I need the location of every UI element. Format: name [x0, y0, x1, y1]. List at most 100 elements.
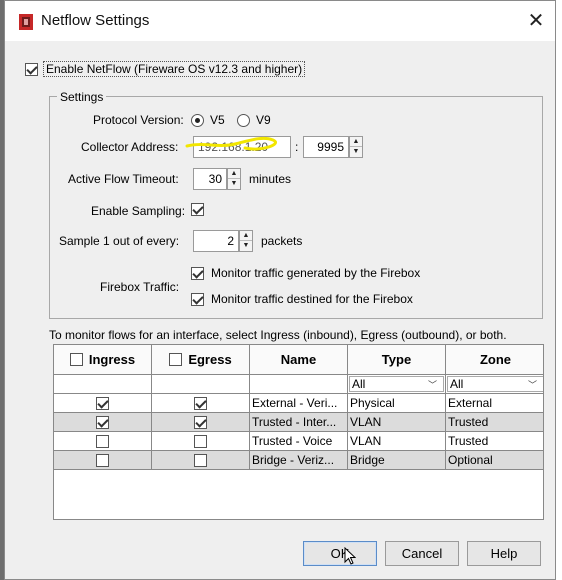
- instructions-row: To monitor flows for an interface, selec…: [49, 328, 507, 342]
- name-header[interactable]: Name: [250, 345, 348, 375]
- name-cell: External - Veri...: [250, 394, 348, 413]
- monitor-generated-row[interactable]: Monitor traffic generated by the Firebox: [191, 266, 420, 280]
- packets-unit-label: packets: [261, 234, 303, 248]
- netflow-app-icon: [19, 14, 33, 30]
- monitor-generated-checkbox[interactable]: [191, 266, 204, 280]
- title-bar: Netflow Settings ✕: [5, 1, 555, 41]
- collector-separator-row: :: [295, 140, 298, 154]
- spinner-up-icon[interactable]: ▲: [228, 169, 240, 179]
- zone-cell: Trusted: [446, 413, 543, 432]
- minutes-unit-row: minutes: [249, 172, 291, 186]
- egress-cell[interactable]: [152, 451, 250, 470]
- type-filter-cell: All ﹀: [348, 375, 446, 394]
- table-row[interactable]: Trusted - Inter... VLAN Trusted: [54, 413, 543, 432]
- protocol-version-row: Protocol Version:: [93, 113, 184, 127]
- active-flow-timeout-spinner[interactable]: ▲ ▼: [227, 168, 241, 190]
- collector-address-label: Collector Address:: [81, 140, 179, 154]
- active-flow-timeout-input[interactable]: 30: [193, 168, 227, 190]
- egress-cell[interactable]: [152, 394, 250, 413]
- ingress-checkbox[interactable]: [96, 434, 109, 448]
- collector-port-spinner[interactable]: ▲ ▼: [349, 136, 363, 158]
- egress-checkbox[interactable]: [194, 453, 207, 467]
- egress-all-checkbox[interactable]: [169, 353, 183, 366]
- active-flow-timeout-label: Active Flow Timeout:: [68, 172, 179, 186]
- protocol-version-label: Protocol Version:: [93, 113, 184, 127]
- sample-input[interactable]: 2: [193, 230, 239, 252]
- monitor-destined-row[interactable]: Monitor traffic destined for the Firebox: [191, 292, 413, 306]
- zone-filter-cell: All ﹀: [446, 375, 543, 394]
- egress-cell[interactable]: [152, 413, 250, 432]
- sample-label: Sample 1 out of every:: [59, 234, 180, 248]
- interfaces-table: Ingress Egress Name Type Zone All ﹀ All …: [53, 344, 544, 520]
- enable-netflow-row[interactable]: Enable NetFlow (Fireware OS v12.3 and hi…: [25, 61, 306, 77]
- zone-filter-select[interactable]: All ﹀: [447, 376, 543, 392]
- egress-filter-cell: [152, 375, 250, 394]
- enable-netflow-label: Enable NetFlow (Fireware OS v12.3 and hi…: [43, 61, 306, 77]
- chevron-down-icon: ﹀: [527, 380, 537, 390]
- ok-button[interactable]: OK: [303, 541, 377, 566]
- active-flow-timeout-label-row: Active Flow Timeout:: [68, 172, 179, 186]
- settings-legend: Settings: [57, 90, 107, 104]
- egress-checkbox[interactable]: [194, 415, 207, 429]
- collector-port-input[interactable]: 9995: [303, 136, 349, 158]
- egress-cell[interactable]: [152, 432, 250, 451]
- firebox-traffic-label: Firebox Traffic:: [100, 280, 180, 294]
- type-cell: Physical: [348, 394, 446, 413]
- close-icon[interactable]: ✕: [523, 8, 549, 34]
- table-row[interactable]: External - Veri... Physical External: [54, 394, 543, 413]
- ingress-header[interactable]: Ingress: [54, 345, 152, 375]
- zone-filter-value: All: [450, 377, 464, 391]
- ingress-checkbox[interactable]: [96, 415, 109, 429]
- collector-address-label-row: Collector Address:: [81, 140, 178, 154]
- enable-sampling-label-row: Enable Sampling:: [91, 204, 185, 218]
- name-filter-cell: [250, 375, 348, 394]
- packets-unit-row: packets: [261, 234, 302, 248]
- name-cell: Trusted - Inter...: [250, 413, 348, 432]
- spinner-down-icon[interactable]: ▼: [240, 241, 252, 251]
- name-cell: Trusted - Voice: [250, 432, 348, 451]
- egress-checkbox[interactable]: [194, 434, 207, 448]
- ingress-cell[interactable]: [54, 451, 152, 470]
- table-row[interactable]: Bridge - Veriz... Bridge Optional: [54, 451, 543, 470]
- ingress-cell[interactable]: [54, 394, 152, 413]
- spinner-down-icon[interactable]: ▼: [228, 179, 240, 189]
- zone-cell: Trusted: [446, 432, 543, 451]
- type-filter-select[interactable]: All ﹀: [349, 376, 444, 392]
- ingress-cell[interactable]: [54, 432, 152, 451]
- radio-v5-label: V5: [210, 113, 225, 127]
- type-cell: VLAN: [348, 432, 446, 451]
- firebox-traffic-label-row: Firebox Traffic:: [100, 280, 179, 294]
- spinner-up-icon[interactable]: ▲: [350, 137, 362, 147]
- egress-header[interactable]: Egress: [152, 345, 250, 375]
- ingress-checkbox[interactable]: [96, 396, 109, 410]
- type-cell: Bridge: [348, 451, 446, 470]
- radio-v9[interactable]: V9: [237, 113, 271, 127]
- ingress-checkbox[interactable]: [96, 453, 109, 467]
- spinner-up-icon[interactable]: ▲: [240, 231, 252, 241]
- zone-cell: Optional: [446, 451, 543, 470]
- sample-spinner[interactable]: ▲ ▼: [239, 230, 253, 252]
- radio-v5[interactable]: V5: [191, 113, 225, 127]
- enable-sampling-checkbox[interactable]: [191, 203, 204, 216]
- monitor-generated-label: Monitor traffic generated by the Firebox: [211, 266, 421, 280]
- type-header[interactable]: Type: [348, 345, 446, 375]
- name-cell: Bridge - Veriz...: [250, 451, 348, 470]
- enable-netflow-checkbox[interactable]: [25, 62, 38, 76]
- monitor-destined-checkbox[interactable]: [191, 292, 204, 306]
- zone-header[interactable]: Zone: [446, 345, 543, 375]
- help-button[interactable]: Help: [467, 541, 541, 566]
- dialog-title: Netflow Settings: [41, 12, 150, 29]
- collector-separator: :: [295, 140, 299, 154]
- cancel-button[interactable]: Cancel: [385, 541, 459, 566]
- radio-v9-button[interactable]: [237, 113, 250, 127]
- enable-sampling-row[interactable]: [191, 203, 204, 216]
- radio-v5-button[interactable]: [191, 113, 204, 127]
- ingress-all-checkbox[interactable]: [69, 353, 83, 366]
- egress-checkbox[interactable]: [194, 396, 207, 410]
- zone-cell: External: [446, 394, 543, 413]
- ingress-cell[interactable]: [54, 413, 152, 432]
- table-row[interactable]: Trusted - Voice VLAN Trusted: [54, 432, 543, 451]
- ingress-header-label: Ingress: [88, 352, 136, 367]
- monitor-destined-label: Monitor traffic destined for the Firebox: [211, 292, 413, 306]
- spinner-down-icon[interactable]: ▼: [350, 147, 362, 157]
